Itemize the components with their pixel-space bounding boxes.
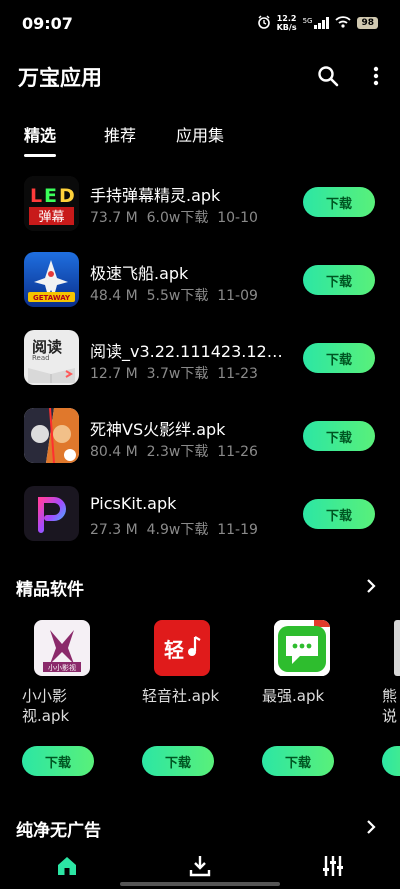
download-button[interactable]: 下载 (22, 746, 94, 776)
app-meta: 27.3 M 4.9w下载 11-19 (90, 522, 258, 538)
status-icons: 12.2 KB/s 5G 98 (257, 14, 378, 32)
qingyinshe-icon: 轻 (154, 620, 210, 676)
reader-app-icon: 阅读 Read (24, 330, 79, 385)
svg-text:弹幕: 弹幕 (38, 210, 64, 225)
app-meta: 12.7 M 3.7w下载 11-23 (90, 366, 258, 382)
signal-icon: 5G (303, 17, 330, 29)
featured-card[interactable]: 熊说 (382, 620, 400, 780)
chevron-right-icon[interactable] (364, 578, 378, 593)
section-title-ad-free: 纯净无广告 (16, 821, 101, 841)
app-name: PicsKit.apk (90, 494, 177, 513)
download-button[interactable]: 下载 (303, 499, 375, 529)
more-vertical-icon[interactable] (360, 60, 392, 92)
home-icon[interactable] (52, 851, 82, 881)
app-name: 手持弹幕精灵.apk (90, 186, 221, 205)
tab-jingxuan[interactable]: 精选 (24, 122, 56, 146)
app-name: 极速飞船.apk (90, 264, 189, 283)
app-name: 死神VS火影绊.apk (90, 420, 226, 439)
list-item[interactable]: 阅读 Read 阅读_v3.22.111423.12908.… 12.7 M 3… (0, 330, 400, 408)
picskit-icon (24, 486, 79, 541)
list-item[interactable]: L E D 弹幕 手持弹幕精灵.apk 73.7 M 6.0w下载 10-10 … (0, 174, 400, 252)
svg-text:GETAWAY: GETAWAY (33, 294, 71, 302)
tab-indicator (24, 154, 56, 157)
download-icon[interactable] (185, 851, 215, 881)
download-button[interactable]: 下载 (142, 746, 214, 776)
download-button[interactable]: 下载 (303, 187, 375, 217)
sliders-icon[interactable] (318, 851, 348, 881)
net-speed: 12.2 KB/s (276, 14, 297, 32)
tab-bar: 精选 推荐 应用集 (0, 112, 400, 158)
app-meta: 80.4 M 2.3w下载 11-26 (90, 444, 258, 460)
app-meta: 73.7 M 6.0w下载 10-10 (90, 210, 258, 226)
wifi-icon (335, 15, 352, 31)
download-button[interactable]: 下载 (303, 421, 375, 451)
card-name: 最强.apk (262, 687, 325, 705)
app-meta: 48.4 M 5.5w下载 11-09 (90, 288, 258, 304)
list-item[interactable]: 死神VS火影绊.apk 80.4 M 2.3w下载 11-26 下载 (0, 408, 400, 486)
svg-text:E: E (44, 185, 57, 207)
spaceship-game-icon: GETAWAY (24, 252, 79, 307)
svg-text:小小影视: 小小影视 (48, 663, 76, 672)
chevron-right-icon[interactable] (364, 819, 378, 834)
card-name: 轻音社.apk (142, 687, 220, 705)
chat-bubble-icon (274, 620, 330, 676)
list-item[interactable]: GETAWAY 极速飞船.apk 48.4 M 5.5w下载 11-09 下载 (0, 252, 400, 330)
download-button[interactable]: 下载 (262, 746, 334, 776)
xiaoxiao-video-icon: 小小影视 (34, 620, 90, 676)
card-name: 小小影视.apk (22, 687, 70, 725)
battery-badge: 98 (357, 17, 378, 29)
svg-text:L: L (30, 185, 42, 207)
gesture-bar (120, 882, 280, 886)
svg-text:D: D (59, 185, 75, 207)
card-name: 熊说 (382, 687, 398, 725)
app-bar: 万宝应用 (0, 48, 400, 104)
download-button[interactable] (382, 746, 400, 776)
search-icon[interactable] (312, 60, 344, 92)
section-title-featured: 精品软件 (16, 580, 84, 600)
partial-app-icon (394, 620, 400, 676)
status-bar: 09:07 12.2 KB/s 5G 98 (0, 0, 400, 48)
download-button[interactable]: 下载 (303, 265, 375, 295)
list-item[interactable]: PicsKit.apk 27.3 M 4.9w下载 11-19 下载 (0, 486, 400, 564)
led-danmu-icon: L E D 弹幕 (24, 176, 79, 231)
tab-tuijian[interactable]: 推荐 (104, 122, 136, 146)
download-button[interactable]: 下载 (303, 343, 375, 373)
page-title: 万宝应用 (18, 66, 102, 90)
alarm-icon (257, 15, 271, 32)
tab-yingyongji[interactable]: 应用集 (176, 122, 224, 146)
status-time: 09:07 (22, 14, 73, 33)
bleach-naruto-icon (24, 408, 79, 463)
app-name: 阅读_v3.22.111423.12908.… (90, 342, 290, 361)
